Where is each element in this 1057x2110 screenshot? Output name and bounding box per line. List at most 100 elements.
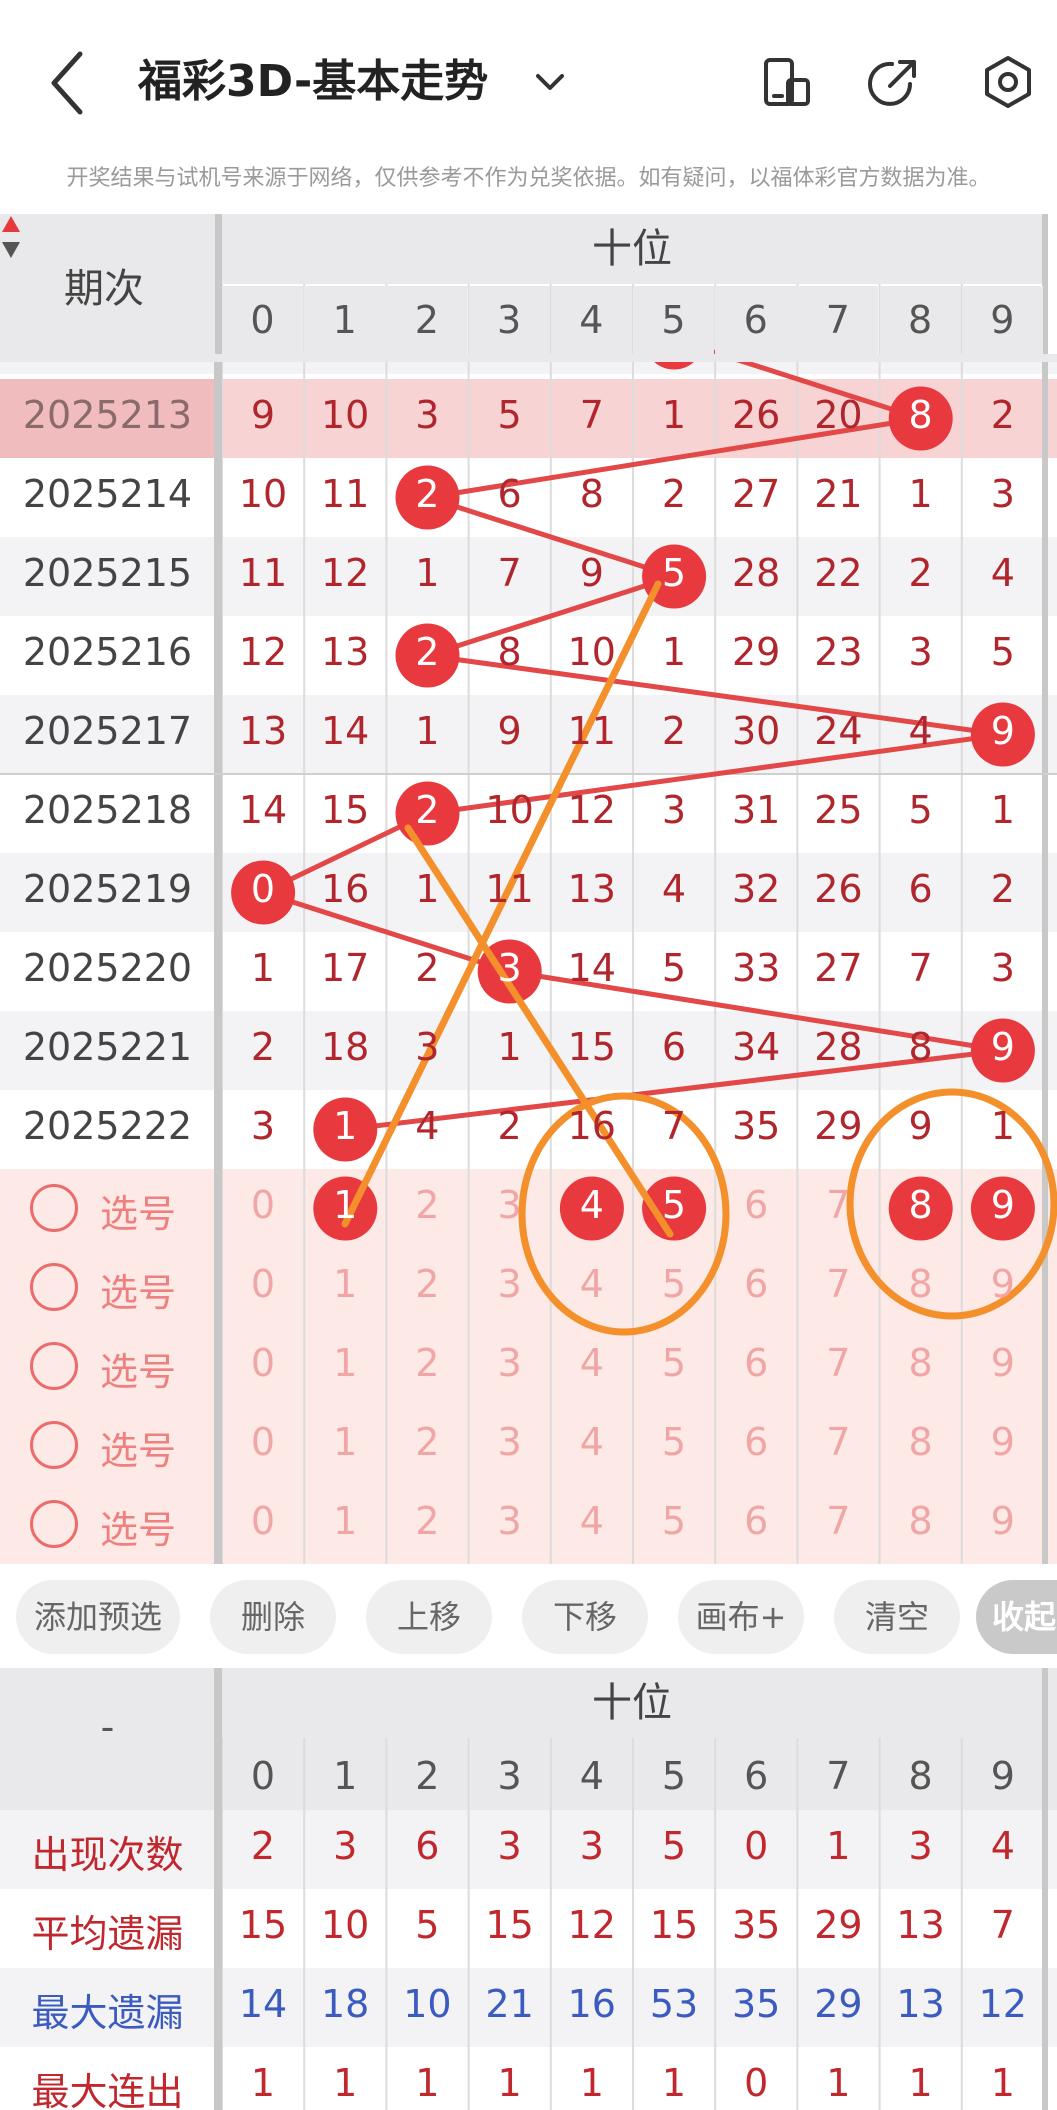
clear-button[interactable]: 清空 [834, 1580, 960, 1654]
period-label: 2025214 [22, 472, 193, 516]
pick-number[interactable]: 9 [962, 1499, 1044, 1543]
pick-number[interactable]: 0 [222, 1420, 304, 1464]
add-preselect-button[interactable]: 添加预选 [16, 1580, 180, 1654]
stats-value: 21 [485, 1982, 534, 2026]
pick-row-label[interactable]: 选号 [100, 1183, 176, 1238]
pick-number[interactable]: 9 [962, 1420, 1044, 1464]
pick-number[interactable]: 7 [797, 1341, 879, 1385]
phone-layout-icon[interactable] [758, 54, 814, 110]
pick-number[interactable]: 1 [304, 1262, 386, 1306]
pick-number[interactable]: 1 [304, 1499, 386, 1543]
period-header-label: 期次 [64, 266, 144, 312]
pick-number[interactable]: 1 [304, 1420, 386, 1464]
pick-number[interactable]: 2 [386, 1262, 468, 1306]
omission-value: 4 [415, 1104, 440, 1148]
stats-value: 6 [415, 1824, 440, 1868]
omission-value: 6 [908, 867, 933, 911]
pick-number[interactable]: 4 [551, 1262, 633, 1306]
pick-number[interactable]: 5 [633, 1499, 715, 1543]
page-title[interactable]: 福彩3D-基本走势 [138, 50, 488, 114]
pick-number[interactable]: 4 [551, 1499, 633, 1543]
pick-number[interactable]: 0 [222, 1341, 304, 1385]
stats-row-label: 最大连出 [31, 2070, 184, 2110]
period-label: 2025220 [22, 946, 193, 990]
selected-pick-number[interactable]: 1 [304, 1183, 386, 1227]
pick-row-radio[interactable] [30, 1342, 78, 1390]
pick-row-radio[interactable] [30, 1184, 78, 1232]
pick-number[interactable]: 3 [469, 1183, 551, 1227]
pick-number[interactable]: 5 [633, 1262, 715, 1306]
settings-icon[interactable] [980, 54, 1036, 110]
stats-row-label: 最大遗漏 [31, 1991, 184, 2035]
pick-number[interactable]: 2 [386, 1183, 468, 1227]
hit-number: 8 [908, 393, 933, 437]
selected-pick-number[interactable]: 8 [880, 1183, 962, 1227]
omission-value: 4 [661, 867, 687, 911]
chevron-down-icon[interactable] [530, 62, 570, 102]
pick-row-label[interactable]: 选号 [100, 1262, 176, 1317]
stats-value: 10 [321, 1903, 370, 1947]
pick-number[interactable]: 4 [551, 1341, 633, 1385]
pick-number[interactable]: 8 [880, 1499, 962, 1543]
move-down-button[interactable]: 下移 [522, 1580, 648, 1654]
pick-row-label[interactable]: 选号 [100, 1499, 176, 1554]
pick-number[interactable]: 2 [386, 1420, 468, 1464]
omission-value: 6 [497, 472, 522, 516]
pick-number[interactable]: 8 [880, 1341, 962, 1385]
stats-value: 1 [826, 1824, 851, 1868]
pick-number[interactable]: 7 [797, 1262, 879, 1306]
pick-number[interactable]: 3 [469, 1262, 551, 1306]
pick-number[interactable]: 6 [715, 1183, 797, 1227]
omission-value: 10 [567, 630, 616, 674]
stats-value: 35 [732, 1982, 781, 2026]
pick-number[interactable]: 0 [222, 1183, 304, 1227]
pick-number[interactable]: 2 [386, 1499, 468, 1543]
stats-column-header-1: 1 [333, 1754, 358, 1798]
pick-row-radio[interactable] [30, 1500, 78, 1548]
pick-number[interactable]: 6 [715, 1262, 797, 1306]
pick-number[interactable]: 7 [797, 1420, 879, 1464]
pick-row-label[interactable]: 选号 [100, 1341, 176, 1396]
pick-row-radio[interactable] [30, 1263, 78, 1311]
stats-value: 13 [896, 1903, 945, 1947]
pick-number[interactable]: 6 [715, 1420, 797, 1464]
back-arrow-icon[interactable] [40, 48, 100, 118]
pick-number[interactable]: 2 [386, 1341, 468, 1385]
pick-number[interactable]: 8 [880, 1420, 962, 1464]
pick-number[interactable]: 5 [633, 1420, 715, 1464]
pick-number[interactable]: 3 [469, 1341, 551, 1385]
pick-row-label[interactable]: 选号 [100, 1420, 176, 1475]
pick-number[interactable]: 7 [797, 1183, 879, 1227]
omission-value: 2 [661, 709, 687, 753]
stats-value: 1 [661, 2061, 687, 2105]
delete-button[interactable]: 删除 [210, 1580, 336, 1654]
omission-value: 28 [732, 551, 781, 595]
collapse-button[interactable]: 收起 [976, 1580, 1057, 1654]
pick-number[interactable]: 9 [962, 1262, 1044, 1306]
selected-pick-number[interactable]: 5 [633, 1183, 715, 1227]
pick-number[interactable]: 8 [880, 1262, 962, 1306]
pick-number[interactable]: 0 [222, 1499, 304, 1543]
pick-number[interactable]: 4 [551, 1420, 633, 1464]
pick-row-radio[interactable] [30, 1421, 78, 1469]
move-up-button[interactable]: 上移 [366, 1580, 492, 1654]
selected-pick-number[interactable]: 4 [551, 1183, 633, 1227]
canvas-plus-button[interactable]: 画布+ [678, 1580, 804, 1654]
omission-value: 3 [250, 1104, 276, 1148]
pick-number[interactable]: 3 [469, 1420, 551, 1464]
share-icon[interactable] [866, 54, 922, 110]
pick-number[interactable]: 9 [962, 1341, 1044, 1385]
omission-value: 7 [579, 393, 604, 437]
stats-divider [214, 1668, 222, 2110]
period-column-header[interactable]: 期次 [0, 214, 215, 354]
selected-pick-number[interactable]: 9 [962, 1183, 1044, 1227]
sort-icon[interactable] [0, 214, 22, 260]
pick-number[interactable]: 1 [304, 1341, 386, 1385]
omission-value: 5 [908, 788, 933, 832]
pick-number[interactable]: 7 [797, 1499, 879, 1543]
pick-number[interactable]: 6 [715, 1341, 797, 1385]
pick-number[interactable]: 6 [715, 1499, 797, 1543]
pick-number[interactable]: 3 [469, 1499, 551, 1543]
pick-number[interactable]: 5 [633, 1341, 715, 1385]
pick-number[interactable]: 0 [222, 1262, 304, 1306]
